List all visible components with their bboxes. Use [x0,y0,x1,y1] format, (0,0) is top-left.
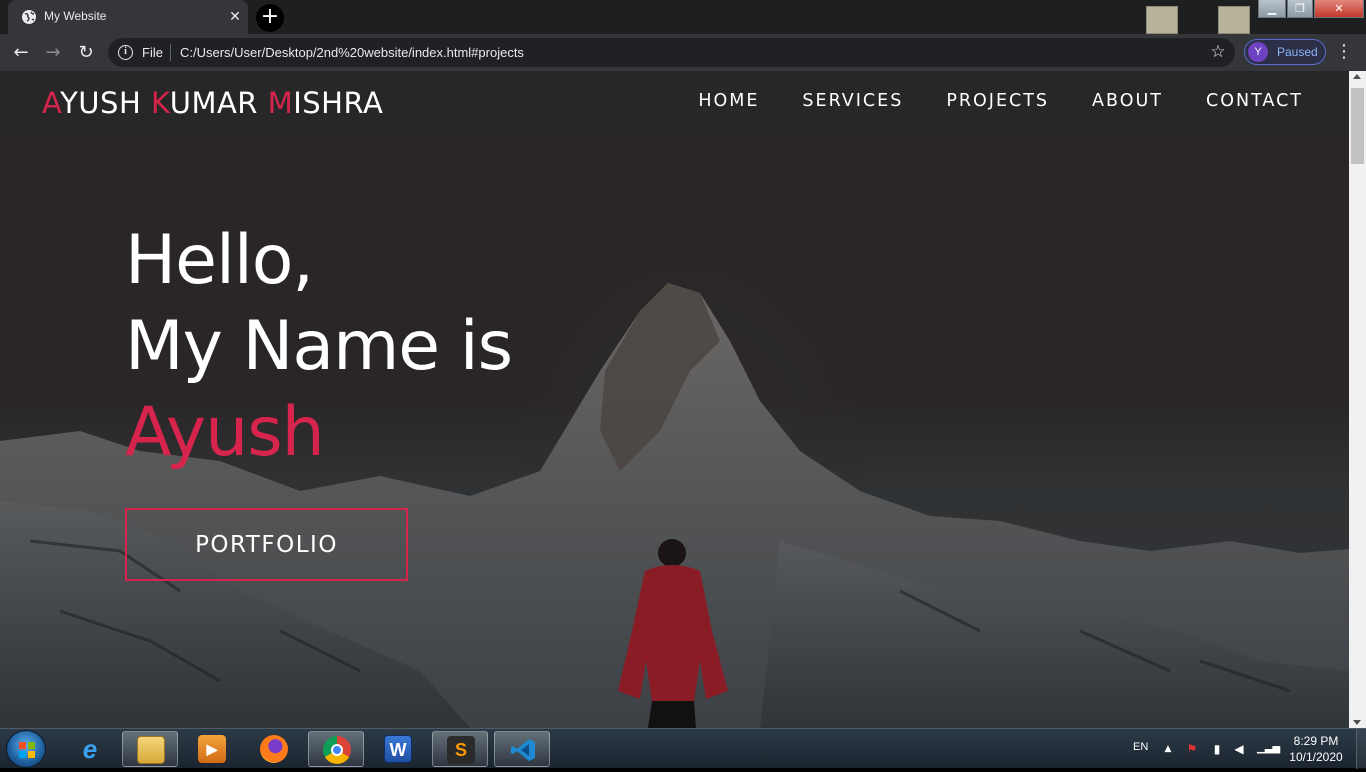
avatar: Y [1248,42,1268,62]
page-viewport: AYUSH KUMAR MISHRA HOME SERVICES PROJECT… [0,71,1349,728]
windows-taskbar: e ▶ W S EN ▲ ⚑ ▮ ◀ ▁▃▅ 8:29 PM 10/1/2020 [0,728,1366,769]
address-bar[interactable]: i File C:/Users/User/Desktop/2nd%20websi… [108,38,1235,67]
tab-title: My Website [44,9,107,23]
sublime-text-icon: S [447,736,475,764]
volume-icon[interactable]: ◀ [1233,742,1245,756]
page-scrollbar[interactable] [1349,71,1366,728]
minimize-button[interactable]: ▁ [1258,0,1286,18]
scheme-label: File [142,45,163,60]
site-brand-logo[interactable]: AYUSH KUMAR MISHRA [42,86,383,120]
kebab-menu-icon[interactable]: ⋮ [1334,40,1354,64]
plus-icon[interactable]: + [256,4,284,32]
language-indicator[interactable]: EN [1133,741,1148,753]
restore-button[interactable]: ❐ [1287,0,1313,18]
browser-tab[interactable]: My Website ✕ [8,0,248,34]
clock-time: 8:29 PM [1293,734,1339,748]
brand-text: YUSH [60,86,151,120]
nav-link-home[interactable]: HOME [698,91,759,111]
hero-greeting: Hello, [125,221,314,300]
file-explorer-icon [137,736,165,764]
taskbar-chrome[interactable] [308,731,364,767]
firefox-icon [260,735,288,763]
globe-icon [22,10,36,24]
nav-link-about[interactable]: ABOUT [1092,91,1163,111]
close-icon[interactable]: ✕ [226,8,244,26]
taskbar-vscode[interactable] [494,731,550,767]
arrow-left-icon[interactable]: ← [8,40,34,66]
show-hidden-icons-icon[interactable]: ▲ [1162,742,1174,756]
chrome-icon [323,736,351,764]
show-desktop-button[interactable] [1356,729,1366,769]
taskbar-media-player[interactable]: ▶ [184,731,240,767]
action-center-flag-icon[interactable]: ⚑ [1186,742,1198,756]
star-icon[interactable]: ☆ [1208,42,1228,62]
site-nav: HOME SERVICES PROJECTS ABOUT CONTACT [698,91,1303,111]
internet-explorer-icon: e [82,734,98,764]
browser-tab-strip: My Website ✕ + ▁ ❐ ✕ [0,0,1366,34]
browser-toolbar: ← → ↻ i File C:/Users/User/Desktop/2nd%2… [0,34,1366,71]
profile-status: Paused [1277,45,1318,59]
scroll-thumb[interactable] [1351,88,1364,164]
desktop-folder-icon [1146,6,1178,34]
start-button[interactable] [6,730,46,768]
taskbar-sublime[interactable]: S [432,731,488,767]
reload-icon[interactable]: ↻ [73,40,99,66]
portfolio-button[interactable]: PORTFOLIO [125,508,408,581]
hero-intro: My Name is [125,307,513,386]
site-navbar: AYUSH KUMAR MISHRA HOME SERVICES PROJECT… [0,71,1349,132]
nav-link-contact[interactable]: CONTACT [1206,91,1303,111]
taskbar-word[interactable]: W [370,731,426,767]
taskbar-file-explorer[interactable] [122,731,178,767]
brand-letter: A [42,86,61,120]
brand-text: UMAR [169,86,268,120]
media-player-icon: ▶ [198,735,226,763]
clock-date: 10/1/2020 [1289,750,1343,764]
desktop-folder-icon [1218,6,1250,34]
brand-text: ISHRA [293,86,384,120]
windows-logo-icon [19,742,35,758]
nav-link-services[interactable]: SERVICES [802,91,903,111]
arrow-right-icon[interactable]: → [40,40,66,66]
nav-link-projects[interactable]: PROJECTS [946,91,1049,111]
taskbar-ie[interactable]: e [62,731,118,767]
scroll-up-arrow-icon[interactable] [1353,74,1361,79]
scroll-down-arrow-icon[interactable] [1353,720,1361,725]
word-icon: W [384,735,412,763]
system-clock[interactable]: 8:29 PM 10/1/2020 [1280,733,1352,765]
hero-name: Ayush [125,393,325,472]
vscode-icon [509,736,537,764]
battery-icon[interactable]: ▮ [1211,742,1223,756]
close-window-button[interactable]: ✕ [1314,0,1364,18]
brand-letter: M [267,86,294,120]
profile-button[interactable]: Y Paused [1244,39,1326,65]
network-signal-icon[interactable]: ▁▃▅ [1257,742,1280,756]
taskbar-firefox[interactable] [246,731,302,767]
brand-letter: K [150,86,170,120]
divider [170,44,171,61]
info-icon[interactable]: i [118,45,133,60]
url-text[interactable]: C:/Users/User/Desktop/2nd%20website/inde… [180,45,524,60]
